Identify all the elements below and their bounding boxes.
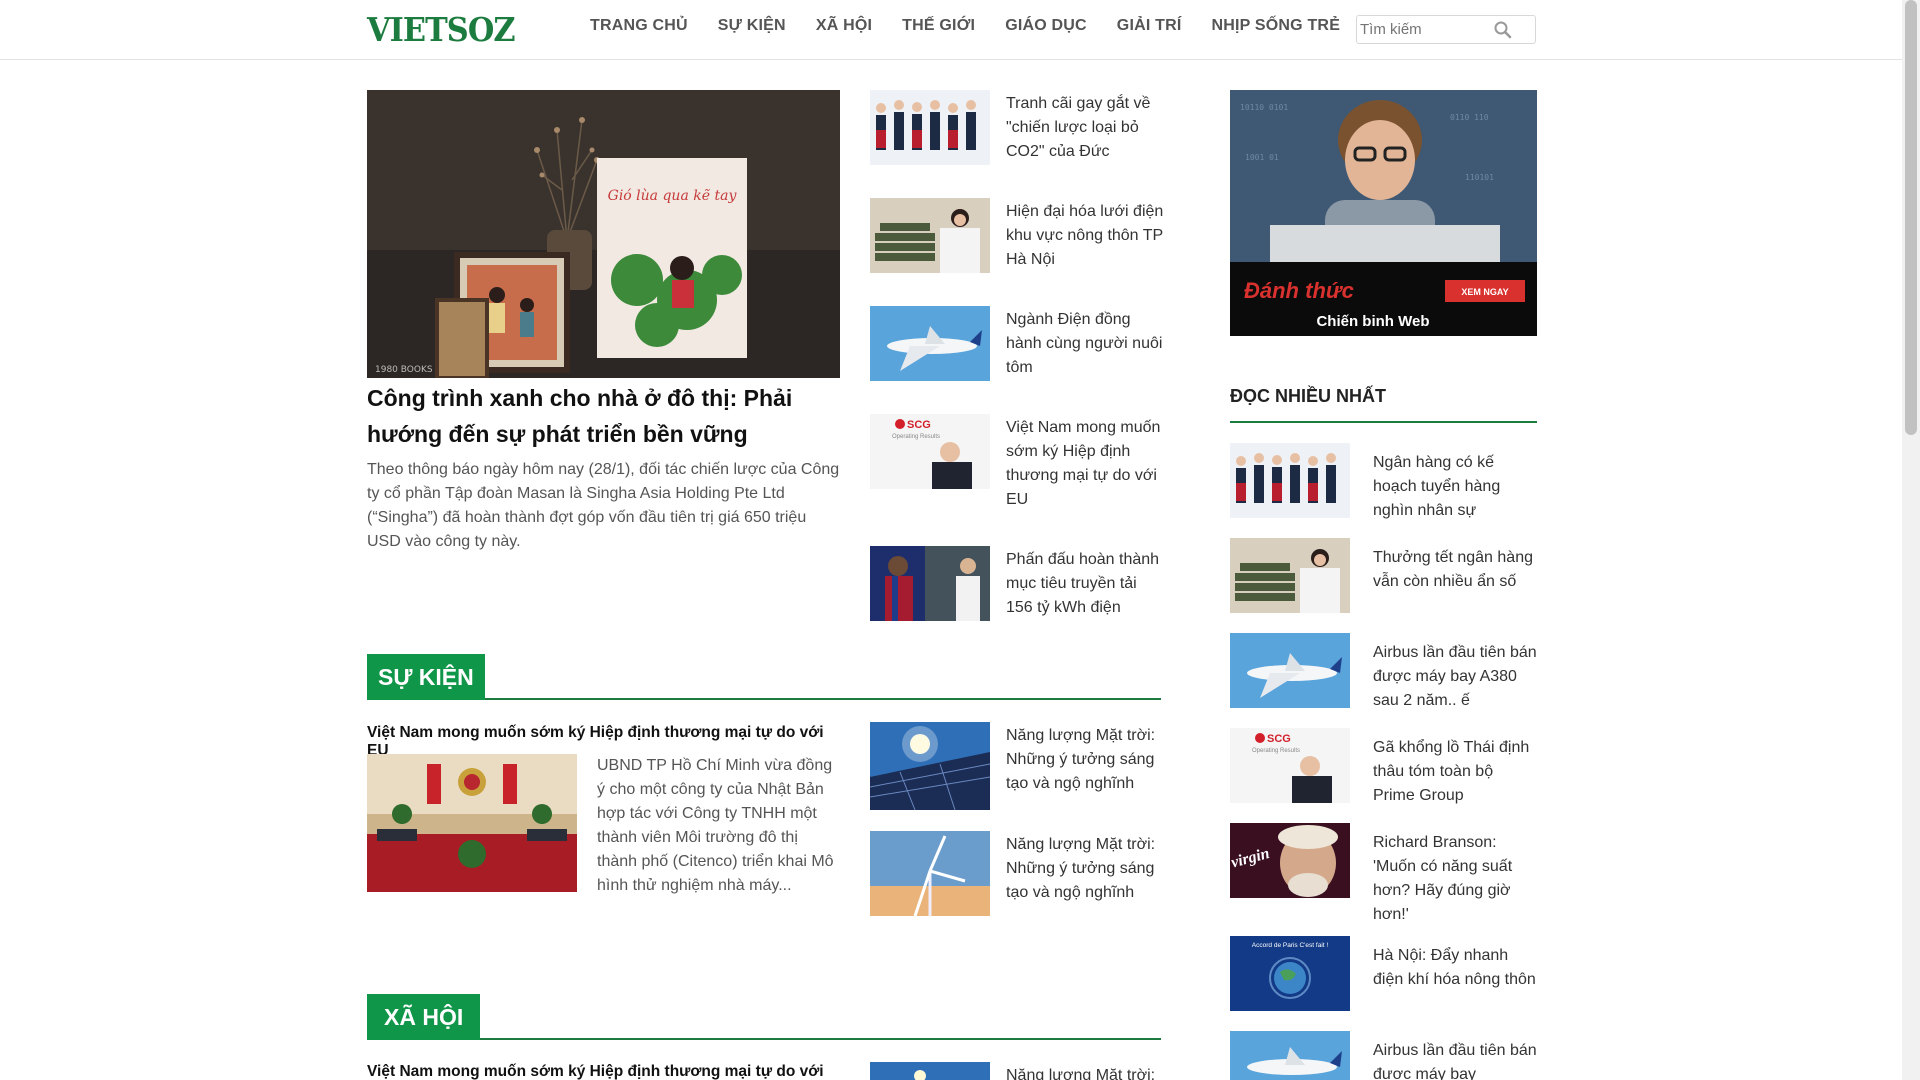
publisher-logo: 1980 BOOKS	[375, 365, 433, 375]
list-item[interactable]: Phấn đấu hoàn thành mục tiêu truyền tải …	[870, 546, 1166, 621]
article-thumbnail[interactable]	[870, 306, 990, 381]
article-title[interactable]: Thưởng tết ngân hàng vẫn còn nhiều ẩn số	[1373, 546, 1537, 613]
sidebar-item[interactable]: Ngân hàng có kế hoạch tuyển hàng nghìn n…	[1230, 443, 1537, 523]
article-title[interactable]: Airbus lần đầu tiên bán được máy bay	[1373, 1039, 1537, 1080]
nav-xa-hoi[interactable]: XÃ HỘI	[816, 17, 872, 35]
article-title[interactable]: Tranh cãi gay gắt về "chiến lược loại bỏ…	[1006, 92, 1166, 165]
article-thumbnail[interactable]	[1230, 633, 1350, 708]
nav-the-gioi[interactable]: THẾ GIỚI	[902, 17, 975, 35]
article-title[interactable]: Phấn đấu hoàn thành mục tiêu truyền tải …	[1006, 548, 1166, 621]
list-item[interactable]: Năng lượng Mặt trời:	[870, 1062, 1166, 1080]
sidebar-item[interactable]: SCG Operating Results Gã khổng lồ Thái đ…	[1230, 728, 1537, 808]
scrollbar-thumb[interactable]	[1905, 0, 1917, 435]
nav-giao-duc[interactable]: GIÁO DỤC	[1005, 17, 1087, 35]
section-label[interactable]: XÃ HỘI	[367, 994, 481, 1040]
book-title: Gió lùa qua kẽ tay	[608, 188, 738, 204]
list-item[interactable]: Năng lượng Mặt trời: Những ý tưởng sáng …	[870, 831, 1166, 916]
article-thumbnail[interactable]: SCG Operating Results	[870, 414, 990, 489]
svg-text:10110 0101: 10110 0101	[1240, 103, 1288, 112]
article-title[interactable]: Hà Nội: Đẩy nhanh điện khí hóa nông thôn	[1373, 944, 1537, 1011]
ad-title: Đánh thức	[1244, 278, 1354, 303]
section-main-image[interactable]	[367, 754, 577, 892]
article-thumbnail[interactable]	[1230, 538, 1350, 613]
article-title[interactable]: Hiện đại hóa lưới điện khu vực nông thôn…	[1006, 200, 1166, 273]
article-title[interactable]: Airbus lần đầu tiên bán được máy bay A38…	[1373, 641, 1537, 713]
article-thumbnail[interactable]	[1230, 1031, 1350, 1080]
search-input[interactable]	[1360, 19, 1500, 40]
list-item[interactable]: SCG Operating Results Việt Nam mong muốn…	[870, 414, 1166, 512]
svg-text:SCG: SCG	[1267, 733, 1291, 745]
site-logo[interactable]: VIETSOZ	[367, 10, 516, 49]
article-title[interactable]: Ngân hàng có kế hoạch tuyển hàng nghìn n…	[1373, 451, 1537, 523]
article-thumbnail[interactable]	[870, 546, 990, 621]
svg-text:1001 01: 1001 01	[1245, 153, 1279, 162]
article-thumbnail[interactable]	[870, 1062, 990, 1080]
list-item[interactable]: Hiện đại hóa lưới điện khu vực nông thôn…	[870, 198, 1166, 273]
article-thumbnail[interactable]	[870, 90, 990, 165]
sidebar-item[interactable]: virgin Richard Branson: 'Muốn có năng su…	[1230, 823, 1537, 927]
svg-text:Operating Results: Operating Results	[892, 434, 940, 440]
article-title[interactable]: Gã khổng lồ Thái định thâu tóm toàn bộ P…	[1373, 736, 1537, 808]
featured-description: Theo thông báo ngày hôm nay (28/1), đối …	[367, 461, 840, 550]
svg-text:110101: 110101	[1465, 173, 1494, 182]
article-thumbnail[interactable]: SCG Operating Results	[1230, 728, 1350, 803]
svg-text:SCG: SCG	[907, 419, 931, 431]
sidebar-item[interactable]: Airbus lần đầu tiên bán được máy bay A38…	[1230, 633, 1537, 713]
sidebar-item[interactable]: Thưởng tết ngân hàng vẫn còn nhiều ẩn số	[1230, 538, 1537, 613]
list-item[interactable]: Ngành Điện đồng hành cùng người nuôi tôm	[870, 306, 1166, 381]
list-item[interactable]: Năng lượng Mặt trời: Những ý tưởng sáng …	[870, 722, 1166, 810]
section-main-description: UBND TP Hồ Chí Minh vừa đồng ý cho một c…	[597, 757, 834, 894]
article-title[interactable]: Việt Nam mong muốn sớm ký Hiệp định thươ…	[1006, 416, 1166, 512]
article-title[interactable]: Năng lượng Mặt trời: Những ý tưởng sáng …	[1006, 724, 1166, 810]
article-title[interactable]: Năng lượng Mặt trời: Những ý tưởng sáng …	[1006, 833, 1166, 916]
search-icon[interactable]	[1493, 20, 1513, 40]
nav-su-kien[interactable]: SỰ KIỆN	[718, 17, 786, 35]
article-title[interactable]: Ngành Điện đồng hành cùng người nuôi tôm	[1006, 308, 1166, 381]
sidebar-heading: ĐỌC NHIỀU NHẤT	[1230, 386, 1537, 423]
article-thumbnail[interactable]	[870, 198, 990, 273]
svg-text:Accord de Paris C'est fait !: Accord de Paris C'est fait !	[1252, 942, 1329, 949]
article-thumbnail[interactable]	[870, 722, 990, 810]
section-header-su-kien: SỰ KIỆN	[367, 654, 1161, 700]
svg-text:Operating Results: Operating Results	[1252, 748, 1300, 754]
list-item[interactable]: Tranh cãi gay gắt về "chiến lược loại bỏ…	[870, 90, 1166, 165]
article-thumbnail[interactable]	[1230, 443, 1350, 518]
nav-giai-tri[interactable]: GIẢI TRÍ	[1117, 17, 1182, 35]
article-thumbnail[interactable]: virgin	[1230, 823, 1350, 898]
article-title[interactable]: Năng lượng Mặt trời:	[1006, 1064, 1166, 1080]
section-header-xa-hoi: XÃ HỘI	[367, 994, 1161, 1040]
ad-button: XEM NGAY	[1461, 287, 1508, 297]
featured-image[interactable]: Gió lùa qua kẽ tay 1980 BOOKS	[367, 90, 840, 378]
ad-subtitle: Chiến binh Web	[1316, 313, 1429, 330]
nav-trang-chu[interactable]: TRANG CHỦ	[590, 17, 688, 35]
section-label[interactable]: SỰ KIỆN	[367, 654, 485, 700]
svg-text:0110 110: 0110 110	[1450, 113, 1489, 122]
page-scrollbar[interactable]	[1902, 0, 1920, 1080]
nav-nhip-song-tre[interactable]: NHỊP SỐNG TRẺ	[1212, 17, 1341, 35]
sidebar-item[interactable]: Airbus lần đầu tiên bán được máy bay	[1230, 1031, 1537, 1080]
section-main-title[interactable]: Việt Nam mong muốn sớm ký Hiệp định thươ…	[367, 1063, 840, 1080]
main-nav: TRANG CHỦ SỰ KIỆN XÃ HỘI THẾ GIỚI GIÁO D…	[590, 17, 1370, 35]
article-title[interactable]: Richard Branson: 'Muốn có năng suất hơn?…	[1373, 831, 1537, 927]
featured-title[interactable]: Công trình xanh cho nhà ở đô thị: Phải h…	[367, 380, 840, 452]
article-thumbnail[interactable]	[870, 831, 990, 916]
site-header: VIETSOZ TRANG CHỦ SỰ KIỆN XÃ HỘI THẾ GIỚ…	[0, 0, 1902, 60]
search-box	[1356, 15, 1536, 44]
sidebar-item[interactable]: Accord de Paris C'est fait ! Hà Nội: Đẩy…	[1230, 936, 1537, 1011]
article-thumbnail[interactable]: Accord de Paris C'est fait !	[1230, 936, 1350, 1011]
sidebar-ad-banner[interactable]: 10110 0101 0110 110 1001 01 110101 Đánh thứ…	[1230, 90, 1537, 336]
